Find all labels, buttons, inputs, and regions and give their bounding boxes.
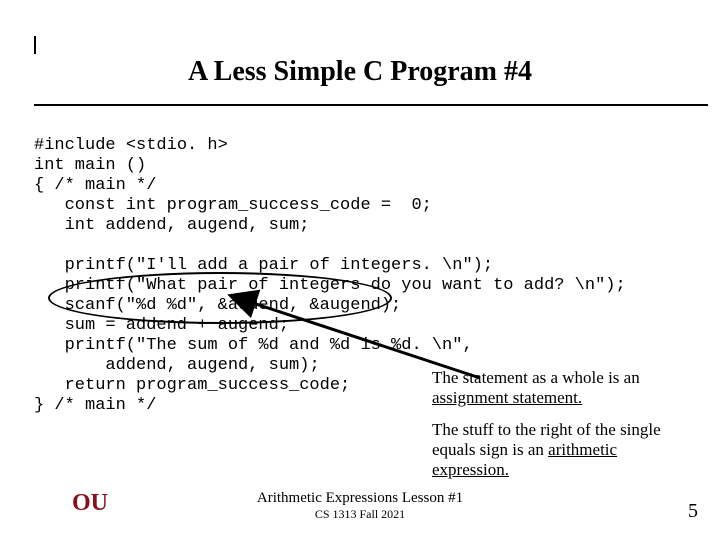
slide-number: 5 xyxy=(688,500,698,523)
code-line: { /* main */ xyxy=(34,176,156,195)
annotation-note-1: The statement as a whole is an assignmen… xyxy=(432,368,672,408)
code-line: scanf("%d %d", &addend, &augend); xyxy=(65,296,402,315)
ou-logo-icon: OU xyxy=(70,480,110,520)
code-line: int addend, augend, sum; xyxy=(65,216,310,235)
logo-text: OU xyxy=(72,490,108,516)
code-line: #include <stdio. h> xyxy=(34,136,228,155)
code-line: printf("What pair of integers do you wan… xyxy=(65,276,626,295)
corner-rule xyxy=(34,36,36,54)
code-line: sum = addend + augend; xyxy=(65,316,289,335)
code-line: const int program_success_code = 0; xyxy=(65,196,432,215)
code-line: return program_success_code; xyxy=(65,376,351,395)
note-term: assignment statement. xyxy=(432,388,582,407)
code-line: int main () xyxy=(34,156,146,175)
slide-title: A Less Simple C Program #4 xyxy=(0,56,720,88)
code-line: printf("I'll add a pair of integers. \n"… xyxy=(65,256,493,275)
horizontal-rule xyxy=(34,104,708,106)
note-text: The stuff to the right of the single equ… xyxy=(432,420,661,459)
annotation-note-2: The stuff to the right of the single equ… xyxy=(432,420,672,480)
code-line: } /* main */ xyxy=(34,396,156,415)
code-line: printf("The sum of %d and %d is %d. \n", xyxy=(65,336,473,355)
note-text: The statement as a whole is an xyxy=(432,368,640,387)
code-line: addend, augend, sum); xyxy=(105,356,319,375)
